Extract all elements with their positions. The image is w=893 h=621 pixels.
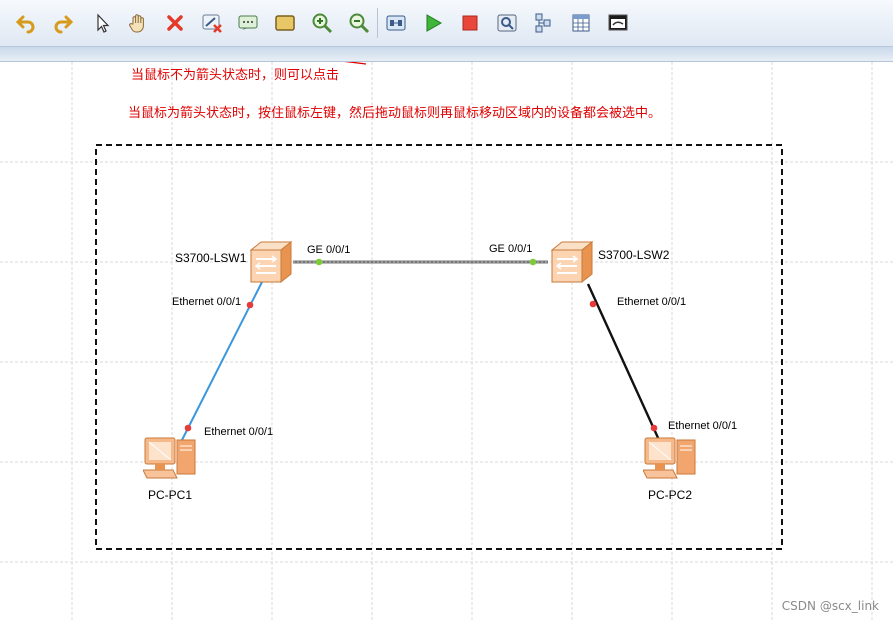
device-label-lsw1: S3700-LSW1 — [175, 251, 247, 265]
annotation-text: 当鼠标为箭头状态时，按住鼠标左键，然后拖动鼠标则再鼠标移动区域内的设备都会被选中… — [128, 106, 662, 121]
stop-icon[interactable] — [458, 11, 482, 35]
zoom-in-icon[interactable] — [310, 11, 334, 35]
pc-icon — [142, 437, 196, 479]
topology-canvas[interactable]: S3700-LSW1 S3700-LSW2 GE 0/0/1 GE 0/0/1 … — [0, 62, 893, 621]
port-label: Ethernet 0/0/1 — [668, 420, 738, 432]
delete-icon[interactable] — [163, 11, 187, 35]
device-list-icon[interactable] — [532, 11, 556, 35]
port-label: Ethernet 0/0/1 — [172, 296, 242, 308]
switch-icon — [550, 240, 594, 284]
port-label: GE 0/0/1 — [489, 243, 533, 255]
port-label: Ethernet 0/0/1 — [617, 296, 687, 308]
start-icon[interactable] — [421, 11, 445, 35]
capture-icon[interactable] — [495, 11, 519, 35]
port-label: Ethernet 0/0/1 — [204, 426, 274, 438]
grid-and-links — [0, 62, 893, 621]
undo-icon[interactable] — [14, 11, 38, 35]
switch-lsw1[interactable] — [247, 240, 295, 290]
port-status-dot — [184, 424, 192, 432]
toolbar — [0, 0, 893, 47]
zoom-out-icon[interactable] — [347, 11, 371, 35]
topology-icon[interactable] — [384, 11, 408, 35]
device-label-pc2: PC-PC2 — [648, 488, 693, 502]
switch-icon — [249, 240, 293, 284]
device-label-pc1: PC-PC1 — [148, 488, 193, 502]
pc-pc2[interactable] — [642, 434, 699, 490]
port-status-dot — [650, 424, 658, 432]
port-status-dot — [315, 258, 323, 266]
console-icon[interactable] — [606, 11, 630, 35]
pc-icon — [642, 437, 696, 479]
switch-lsw2[interactable] — [548, 240, 596, 290]
annotation-text: 当鼠标不为箭头状态时，则可以点击 — [131, 68, 340, 83]
port-status-dot — [246, 301, 254, 309]
table-icon[interactable] — [569, 11, 593, 35]
toolbar-separator — [377, 8, 378, 38]
port-status-dot — [589, 300, 597, 308]
delete-link-icon[interactable] — [200, 11, 224, 35]
watermark: CSDN @scx_link — [781, 599, 879, 613]
hand-icon[interactable] — [126, 11, 150, 35]
port-label: GE 0/0/1 — [307, 244, 351, 256]
pointer-icon[interactable] — [90, 11, 114, 35]
rectangle-icon[interactable] — [273, 11, 297, 35]
toolbar-bottom-bar — [0, 47, 893, 62]
device-label-lsw2: S3700-LSW2 — [598, 248, 670, 262]
redo-icon[interactable] — [51, 11, 75, 35]
pc-pc1[interactable] — [142, 434, 199, 490]
port-status-dot — [529, 258, 537, 266]
text-icon[interactable] — [236, 11, 260, 35]
